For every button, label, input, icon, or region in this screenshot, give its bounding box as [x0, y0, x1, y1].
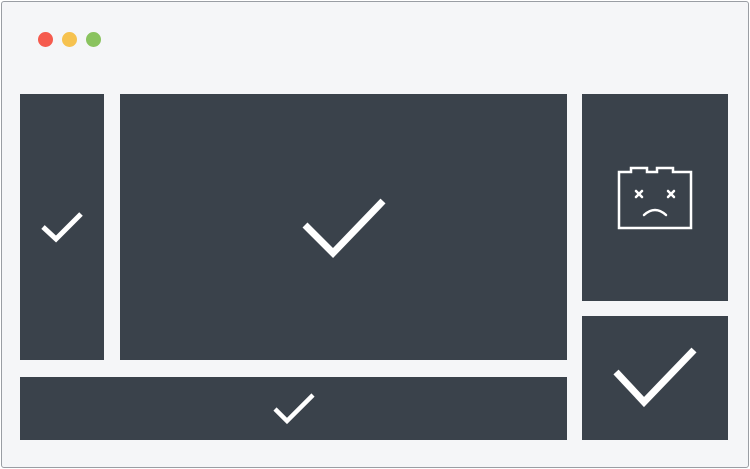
broken-plugin-sad-face-icon — [617, 166, 693, 229]
close-window-button[interactable] — [38, 32, 53, 47]
eye-x-left — [634, 189, 644, 198]
checkmark-icon — [272, 392, 315, 424]
frown-mouth — [642, 208, 668, 216]
minimize-window-button[interactable] — [62, 32, 77, 47]
checkmark-icon — [613, 347, 697, 408]
eye-x-right — [666, 189, 676, 198]
window-controls — [38, 32, 101, 47]
bottom-bar-tile — [20, 377, 567, 440]
checkmark-icon — [41, 212, 83, 243]
checkmark-icon — [302, 198, 386, 258]
right-bottom-tile — [582, 316, 728, 440]
left-sidebar-tile — [20, 94, 104, 360]
right-top-tile — [582, 94, 728, 301]
main-content-tile — [120, 94, 567, 360]
maximize-window-button[interactable] — [86, 32, 101, 47]
